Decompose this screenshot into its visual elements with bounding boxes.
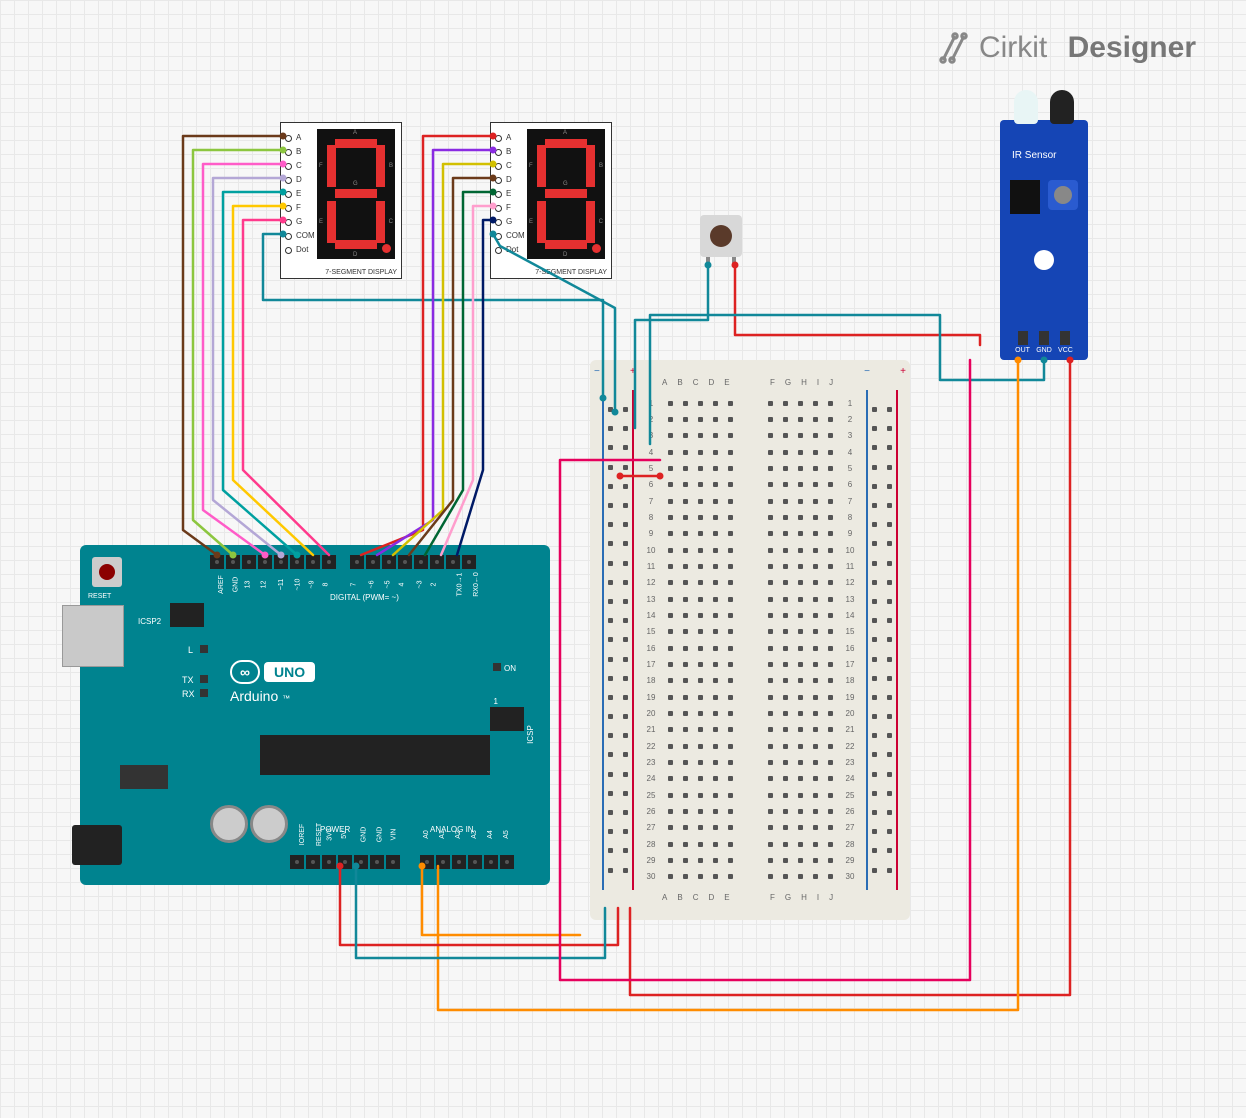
power-rail-left [598,380,638,900]
ir-receiver-led [1050,90,1074,124]
ir-chip [1010,180,1040,214]
on-led-label: ON [493,663,516,673]
ir-emitter-led [1014,90,1038,124]
brand-logo: Cirkit Designer [937,30,1196,66]
pushbutton[interactable] [700,215,742,257]
seven-segment-display-2[interactable]: A B C D E F G COM Dot A B C D E F G 7-SE… [490,122,612,279]
usb-port [62,605,124,667]
atmega-chip [260,735,490,775]
breadboard[interactable]: − + − + ABCDE FGHIJ ABCDE FGHIJ 12345678… [590,360,910,920]
power-header[interactable]: IOREFRESET3V35VGNDGNDVIN [290,855,400,869]
ir-sensor[interactable]: IR Sensor OUT GND VCC [1000,120,1088,360]
ir-sensor-label: IR Sensor [1012,150,1056,161]
brand-suffix: Designer [1068,31,1196,65]
seven-seg-2-label: 7-SEGMENT DISPLAY [535,269,607,276]
seven-seg-1-face: A B C D E F G [317,129,395,259]
arduino-logo: ∞UNO Arduino ™ [230,660,315,704]
arduino-uno[interactable]: RESET ICSP2 L TX RX ∞UNO Arduino ™ ON 1 … [80,545,550,885]
pushbutton-cap [710,225,732,247]
ir-potentiometer[interactable] [1048,180,1078,210]
brand-prefix: Cirkit [979,31,1047,65]
digital-header[interactable]: AREFGND1312~11~10~987~6~54~32TX0→1RX0←0 [210,555,476,569]
seven-seg-2-face: A B C D E F G [527,129,605,259]
seven-seg-1-label: 7-SEGMENT DISPLAY [325,269,397,276]
seven-seg-1-pins: A B C D E F G COM Dot [285,131,315,257]
analog-header[interactable]: A0A1A2A3A4A5 [420,855,514,869]
seven-segment-display-1[interactable]: A B C D E F G COM Dot A B C D E F G 7-SE… [280,122,402,279]
power-jack [72,825,122,865]
seven-seg-2-pins: A B C D E F G COM Dot [495,131,525,257]
ir-connector: OUT GND VCC [1012,331,1076,354]
reset-button[interactable] [92,557,122,587]
